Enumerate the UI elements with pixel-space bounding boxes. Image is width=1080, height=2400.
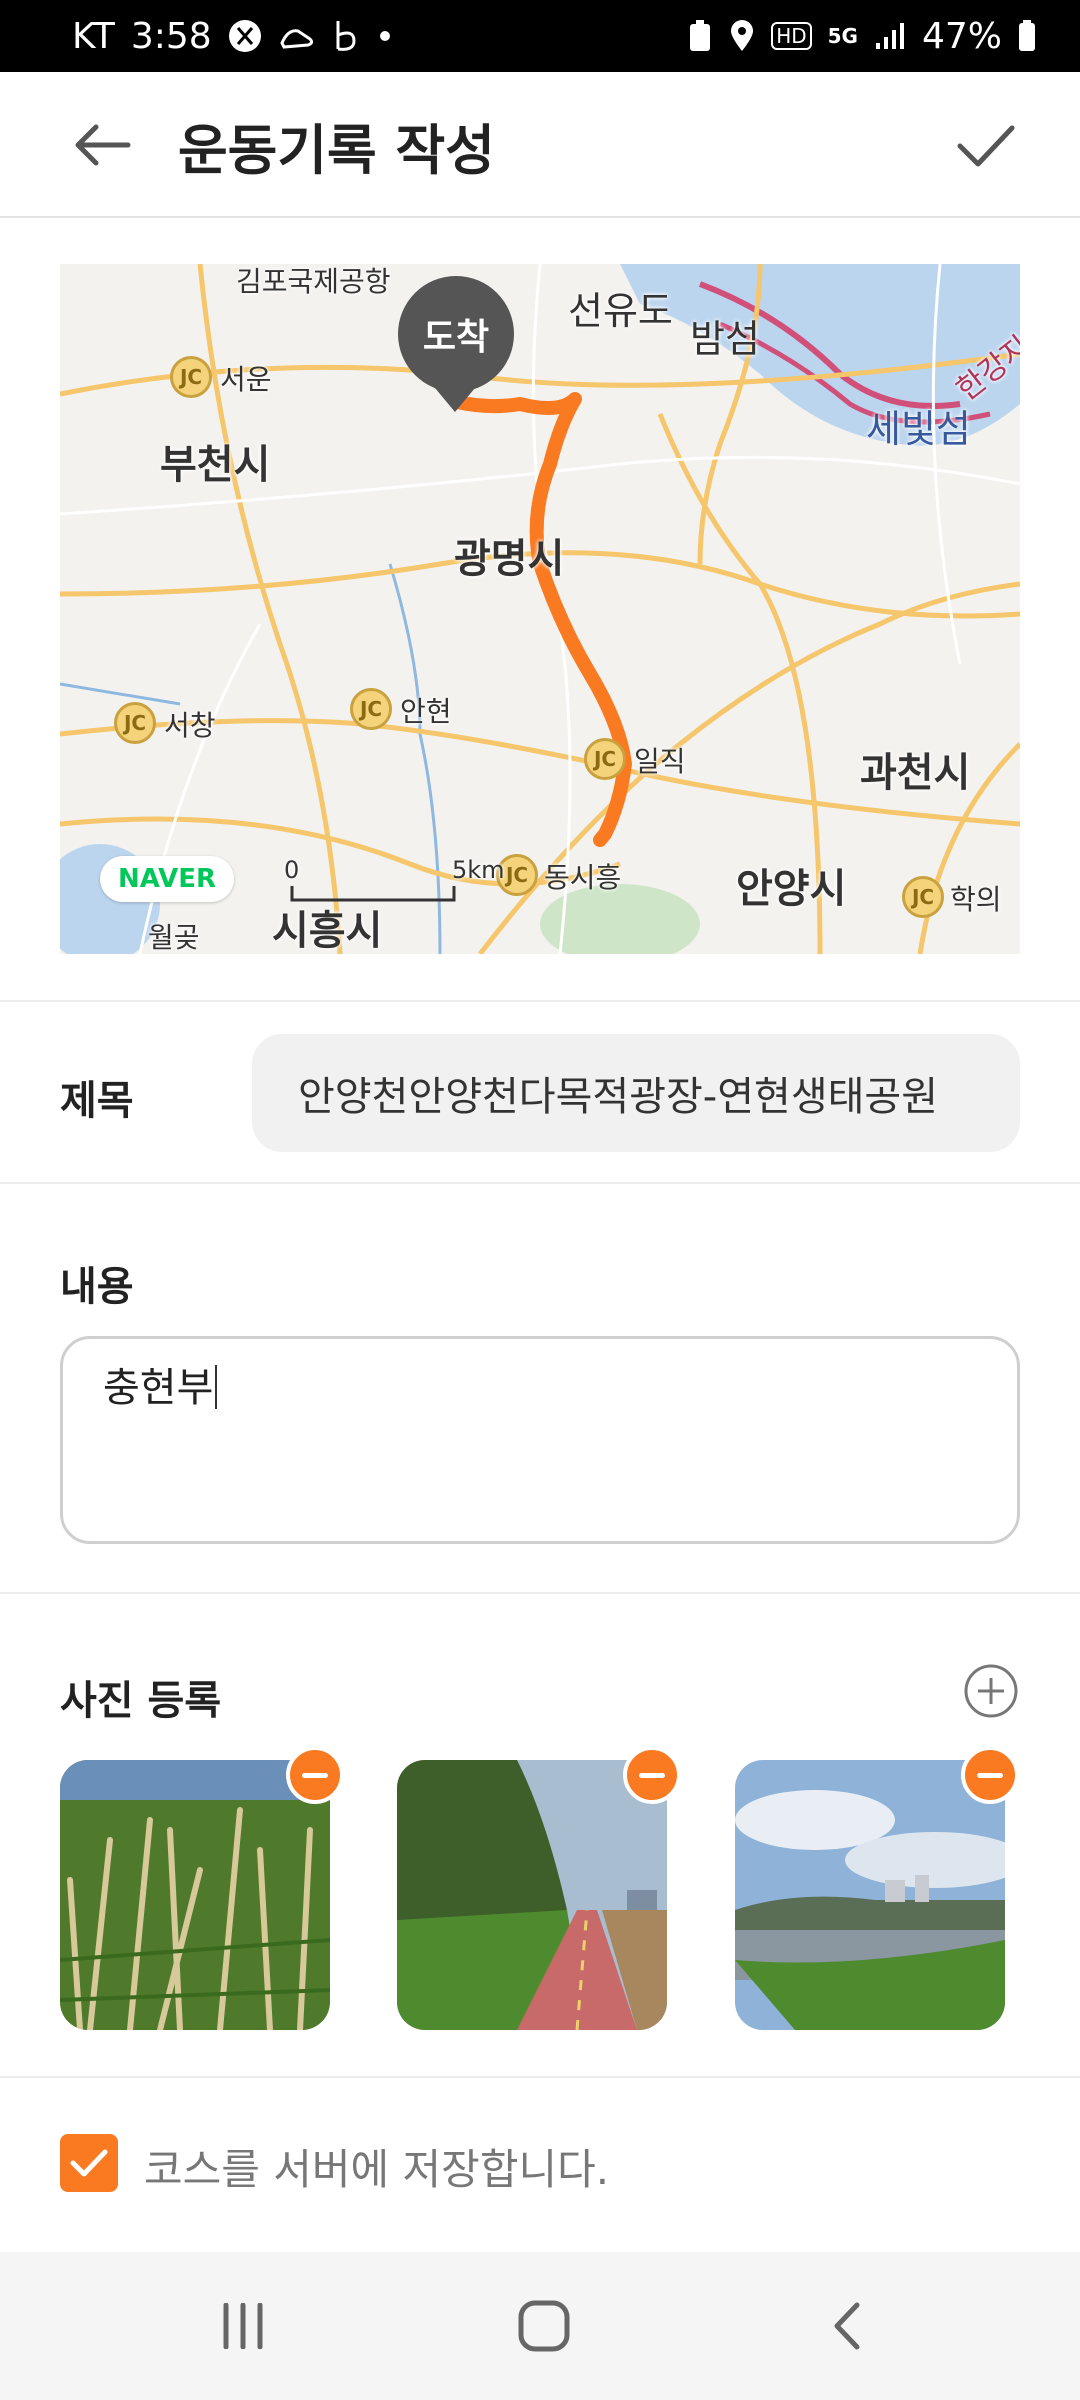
checkmark-icon bbox=[70, 2149, 108, 2177]
map-label: 세빛섬 bbox=[866, 407, 971, 451]
arrival-pin: 도착 bbox=[398, 276, 514, 392]
map-label: 학의 bbox=[950, 883, 1002, 916]
minus-icon bbox=[302, 1772, 328, 1778]
location-icon bbox=[729, 19, 755, 53]
remove-photo-button[interactable] bbox=[286, 1746, 344, 1804]
map-label: 부천시 bbox=[160, 442, 271, 488]
network-type: 5G bbox=[827, 24, 858, 48]
photo-thumbnail[interactable] bbox=[735, 1760, 1005, 2030]
clock: 3:58 bbox=[130, 15, 212, 57]
x-app-icon bbox=[228, 19, 262, 53]
remove-photo-button[interactable] bbox=[623, 1746, 681, 1804]
divider bbox=[0, 1592, 1080, 1594]
map-label: 선유도 bbox=[568, 289, 673, 333]
map-label: 시흥시 bbox=[272, 908, 383, 954]
home-button[interactable] bbox=[499, 2296, 589, 2356]
battery-icon bbox=[1018, 20, 1036, 52]
hd-indicator: HD bbox=[771, 22, 812, 50]
save-course-checkbox[interactable] bbox=[60, 2134, 118, 2192]
map-label: 서창 bbox=[164, 709, 216, 742]
scale-start-label: 0 bbox=[284, 856, 300, 884]
junction-badge: JC bbox=[902, 876, 944, 918]
recent-apps-button[interactable] bbox=[198, 2296, 288, 2356]
b-app-icon bbox=[332, 19, 362, 53]
naver-logo: NAVER bbox=[100, 856, 234, 902]
title-input[interactable]: 안양천안양천다목적광장-연현생태공원 bbox=[252, 1034, 1020, 1152]
junction-badge: JC bbox=[170, 356, 212, 398]
junction-badge: JC bbox=[350, 688, 392, 730]
map-label: 안양시 bbox=[736, 866, 847, 912]
photo-thumbnail[interactable] bbox=[60, 1760, 330, 2030]
checkmark-icon bbox=[957, 125, 1015, 167]
remove-photo-button[interactable] bbox=[961, 1746, 1019, 1804]
divider bbox=[0, 1182, 1080, 1184]
status-bar: KT 3:58 HD 5G 47% bbox=[0, 0, 1080, 72]
grass-field-photo bbox=[60, 1760, 330, 2030]
bike-path-photo bbox=[397, 1760, 667, 2030]
plus-circle-icon bbox=[964, 1664, 1018, 1718]
minus-icon bbox=[977, 1772, 1003, 1778]
content-textarea[interactable]: 충현부 bbox=[60, 1336, 1020, 1544]
map-label: 월곶 bbox=[148, 921, 200, 954]
back-nav-button[interactable] bbox=[802, 2296, 892, 2356]
save-course-label[interactable]: 코스를 서버에 저장합니다. bbox=[144, 2136, 609, 2197]
content-text: 충현부 bbox=[103, 1365, 214, 1411]
map-label: 안현 bbox=[400, 695, 452, 728]
chevron-left-icon bbox=[834, 2302, 860, 2350]
battery-percent: 47% bbox=[921, 15, 1002, 57]
back-button[interactable] bbox=[62, 112, 142, 178]
junction-badge: JC bbox=[114, 702, 156, 744]
running-shoe-icon bbox=[278, 21, 316, 51]
status-bar-left: KT 3:58 bbox=[72, 16, 392, 57]
status-bar-right: HD 5G 47% bbox=[687, 16, 1036, 57]
scale-end-label: 5km bbox=[452, 856, 505, 884]
arrival-pin-tail bbox=[425, 376, 485, 412]
notification-dot-icon bbox=[378, 29, 392, 43]
text-caret bbox=[215, 1365, 218, 1409]
carrier-label: KT bbox=[72, 15, 115, 57]
content-label: 내용 bbox=[60, 1264, 134, 1310]
signal-icon bbox=[874, 21, 906, 51]
map-label: 김포국제공항 bbox=[236, 265, 391, 298]
arrival-pin-label: 도착 bbox=[422, 317, 490, 358]
junction-badge: JC bbox=[584, 738, 626, 780]
battery-saver-icon bbox=[687, 19, 713, 53]
map-label: 광명시 bbox=[454, 536, 565, 582]
page-title: 운동기록 작성 bbox=[178, 119, 495, 182]
title-label: 제목 bbox=[60, 1078, 134, 1124]
map-label: 동시흥 bbox=[544, 861, 622, 894]
river-view-photo bbox=[735, 1760, 1005, 2030]
map-label: 밤섬 bbox=[690, 317, 760, 361]
minus-icon bbox=[639, 1772, 665, 1778]
map-label: 일직 bbox=[634, 745, 686, 778]
recent-apps-icon bbox=[223, 2303, 263, 2349]
divider bbox=[0, 1000, 1080, 1002]
confirm-button[interactable] bbox=[948, 108, 1024, 184]
photo-thumbnail[interactable] bbox=[397, 1760, 667, 2030]
photo-label: 사진 등록 bbox=[60, 1678, 222, 1724]
arrow-left-icon bbox=[75, 124, 131, 166]
system-nav-bar bbox=[0, 2252, 1080, 2400]
map-label: 과천시 bbox=[860, 750, 971, 796]
home-icon bbox=[518, 2300, 570, 2352]
map-label: 서운 bbox=[220, 363, 272, 396]
divider bbox=[0, 2076, 1080, 2078]
route-map[interactable]: 김포국제공항 선유도 밤섬 한강지 세빛섬 JC 서운 부천시 광명시 JC 서… bbox=[60, 264, 1020, 954]
app-bar: 운동기록 작성 bbox=[0, 72, 1080, 218]
add-photo-button[interactable] bbox=[962, 1662, 1020, 1720]
